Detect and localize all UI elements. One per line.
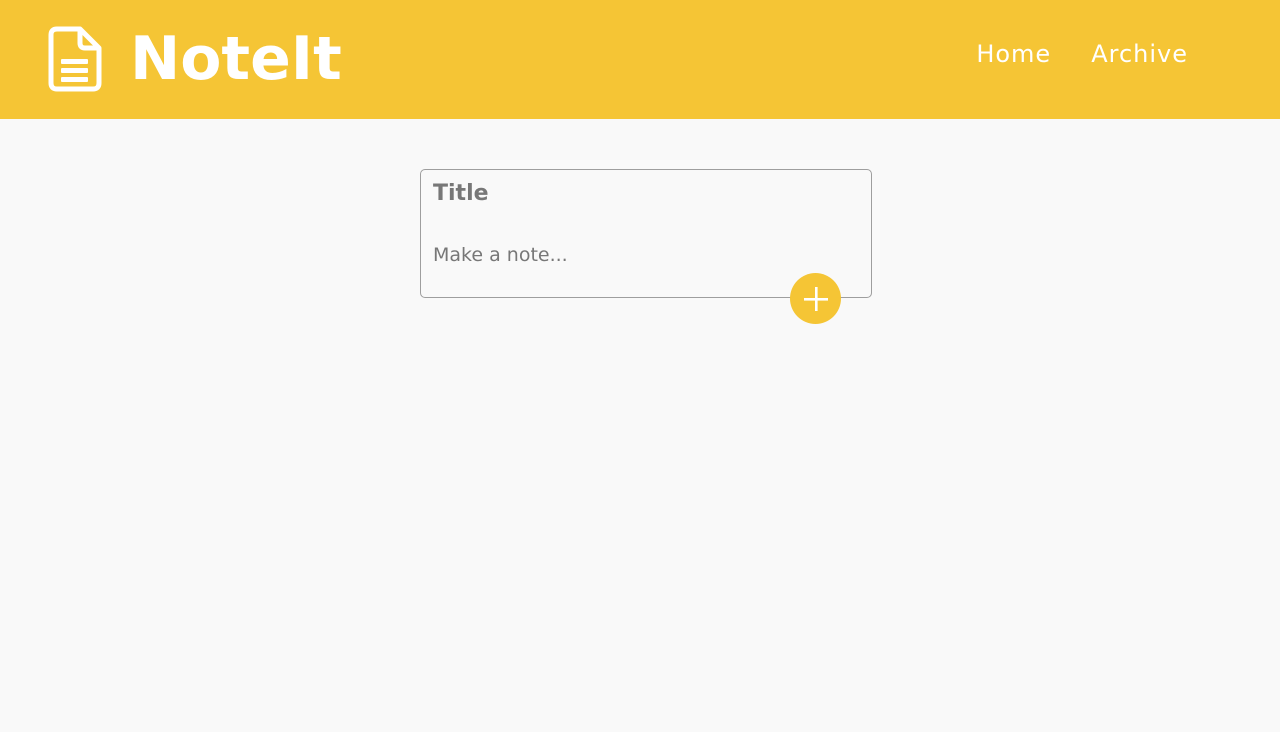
note-body-input[interactable] (433, 244, 853, 274)
note-title-input[interactable] (433, 178, 853, 208)
app-header: NoteIt Home Archive (0, 0, 1280, 119)
add-note-button[interactable] (790, 273, 841, 324)
main-nav: Home Archive (976, 40, 1188, 68)
nav-archive-link[interactable]: Archive (1091, 40, 1188, 68)
document-icon (48, 26, 102, 92)
brand: NoteIt (48, 26, 342, 92)
plus-icon (803, 286, 828, 311)
app-title: NoteIt (130, 24, 342, 94)
nav-home-link[interactable]: Home (976, 40, 1051, 68)
